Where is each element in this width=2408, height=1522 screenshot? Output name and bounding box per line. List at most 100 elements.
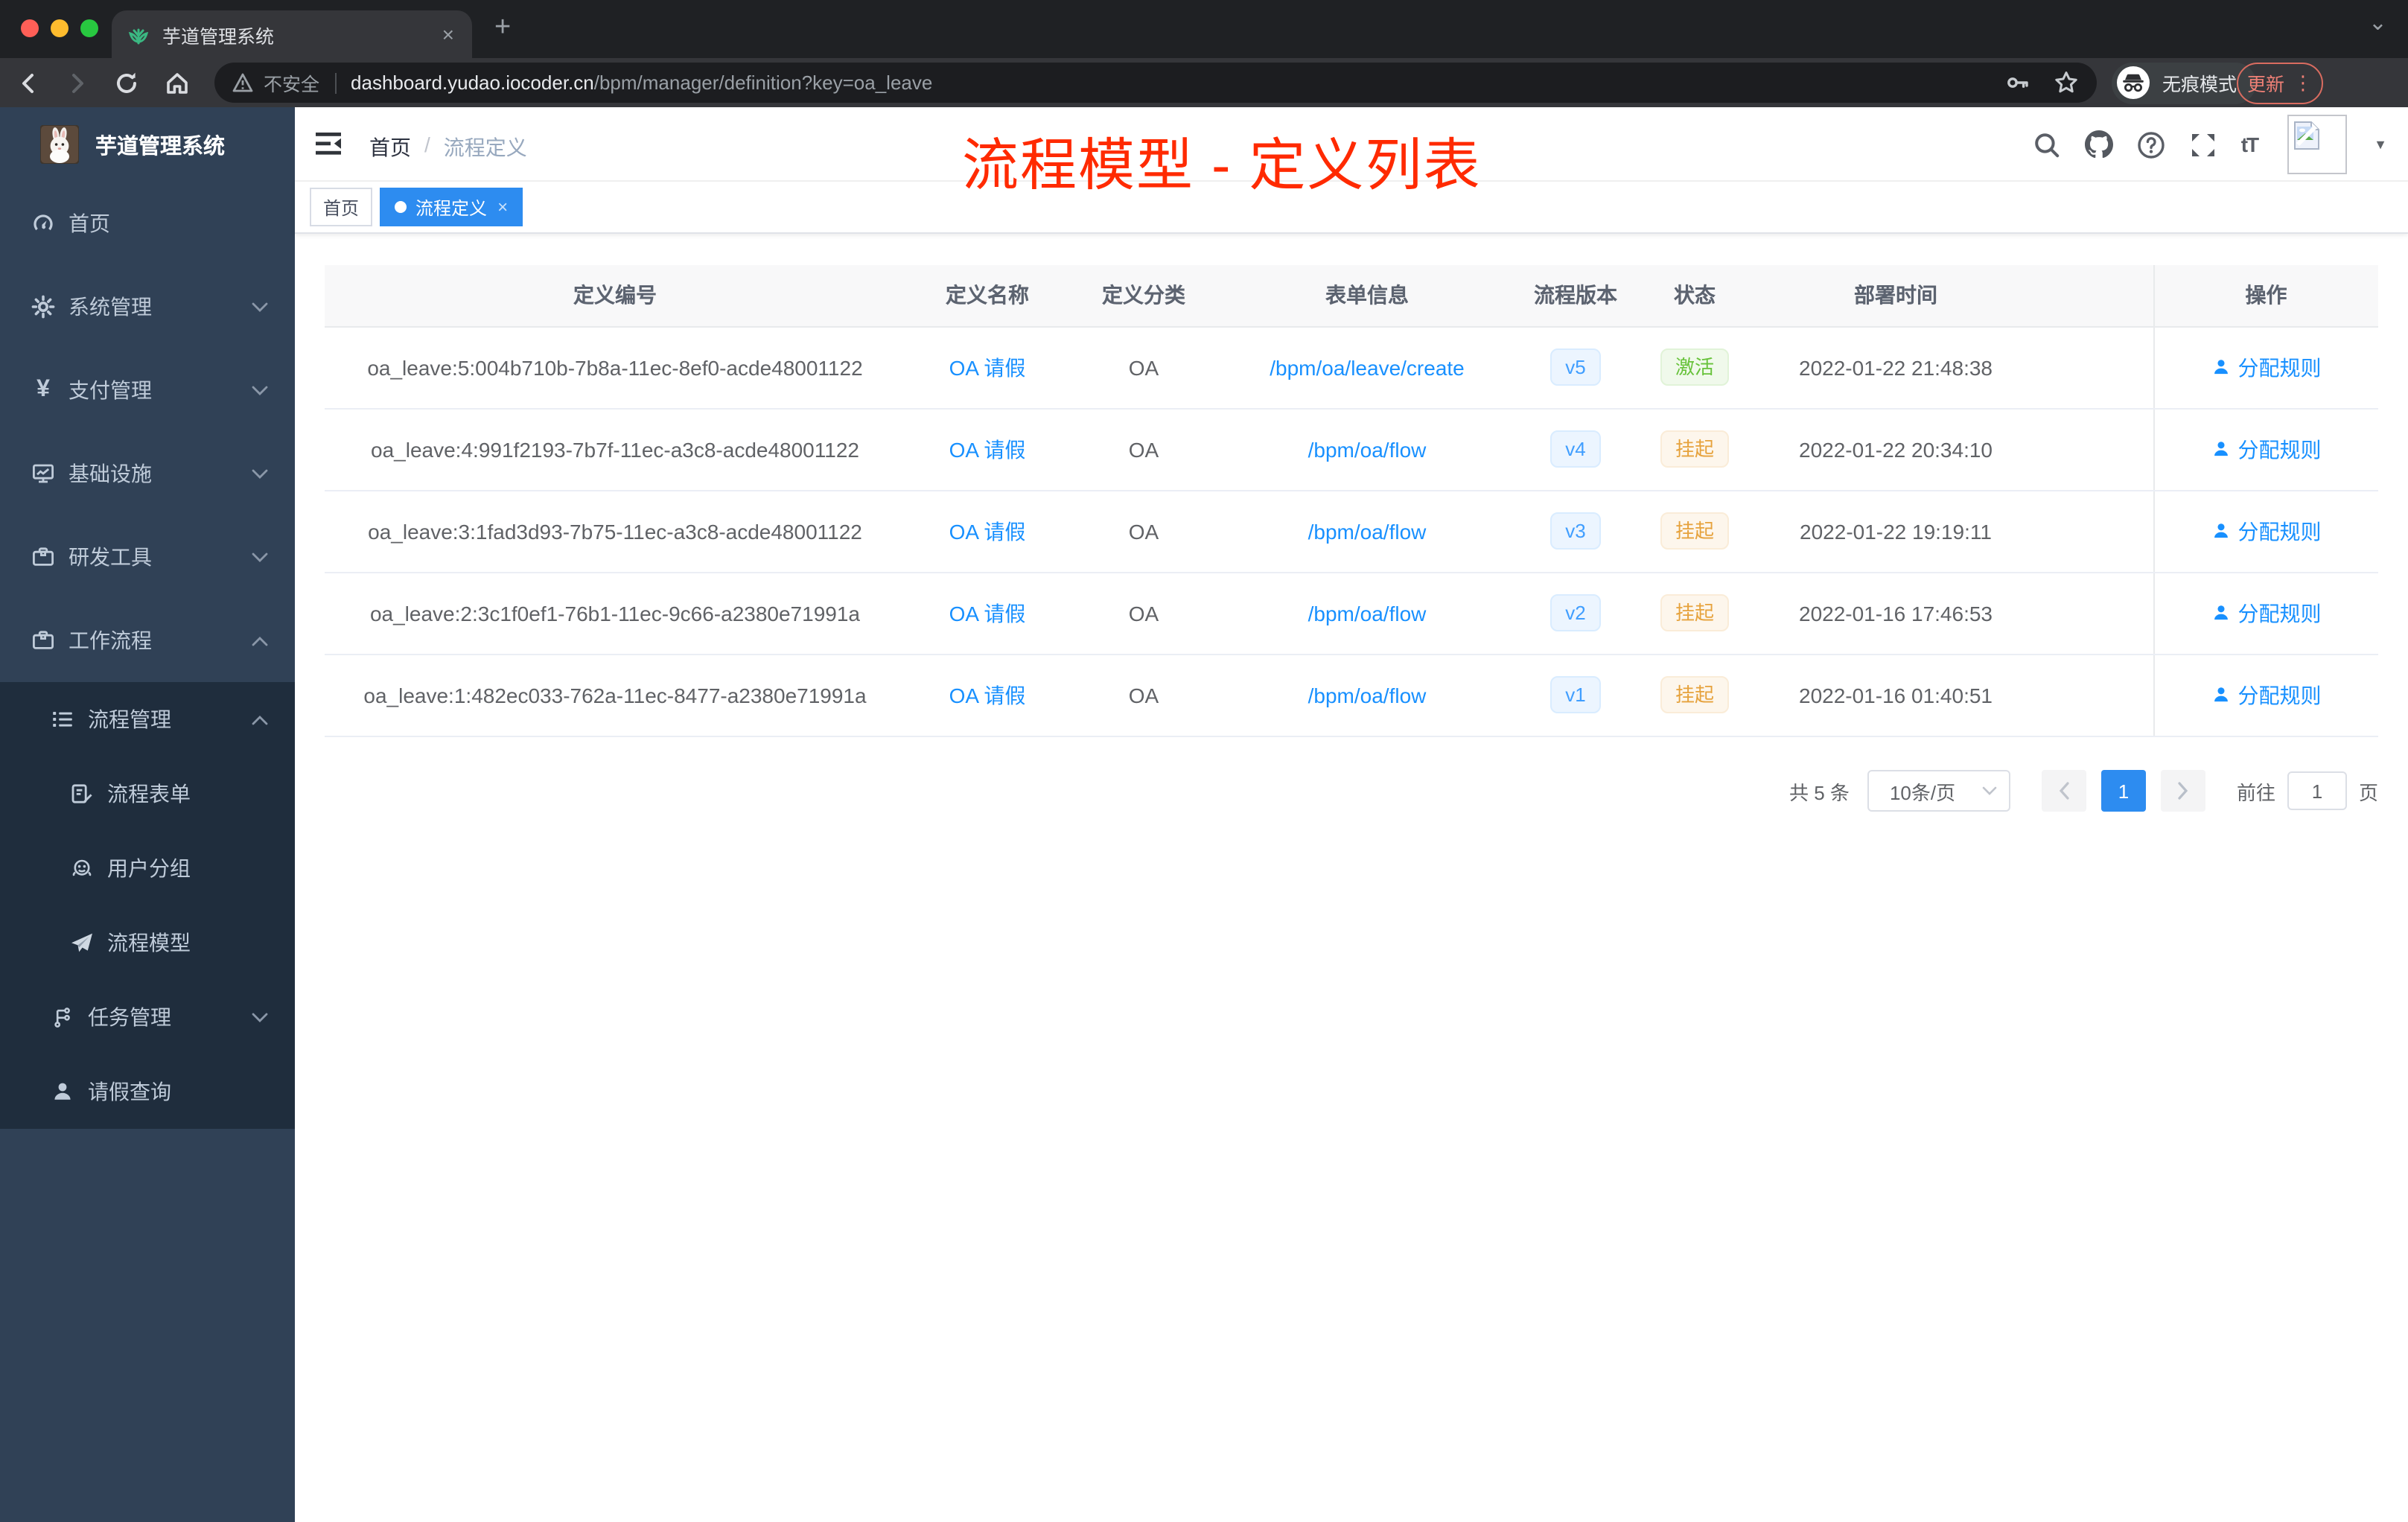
form-link[interactable]: /bpm/oa/leave/create bbox=[1270, 355, 1465, 379]
tag-close-icon[interactable]: × bbox=[497, 197, 508, 217]
sidebar-item-label: 请假查询 bbox=[88, 1080, 171, 1104]
app-header: 首页 / 流程定义 流程模型 - 定义列表 tT ▼ bbox=[295, 107, 2408, 198]
minimize-window-button[interactable] bbox=[51, 19, 69, 37]
url-path: /bpm/manager/definition?key=oa_leave bbox=[593, 71, 933, 94]
sidebar-item-dev-tools[interactable]: 研发工具 bbox=[0, 515, 295, 599]
close-window-button[interactable] bbox=[21, 19, 39, 37]
table-row: oa_leave:2:3c1f0ef1-76b1-11ec-9c66-a2380… bbox=[325, 572, 2378, 655]
definition-name-link[interactable]: OA 请假 bbox=[949, 683, 1026, 707]
reload-button[interactable] bbox=[113, 70, 143, 97]
browser-menu-icon[interactable]: ⋮ bbox=[2293, 71, 2313, 95]
sidebar-item-label: 流程管理 bbox=[88, 707, 171, 731]
new-tab-button[interactable]: + bbox=[494, 12, 511, 45]
goto-page-input[interactable] bbox=[2287, 771, 2347, 810]
zoom-window-button[interactable] bbox=[80, 19, 98, 37]
sidebar-item-system[interactable]: 系统管理 bbox=[0, 265, 295, 348]
home-button[interactable] bbox=[164, 70, 194, 97]
col-filler bbox=[2037, 265, 2153, 327]
sidebar-item-payment[interactable]: ¥ 支付管理 bbox=[0, 348, 295, 432]
browser-tab[interactable]: 芋道管理系统 × bbox=[112, 10, 472, 58]
definition-name-link[interactable]: OA 请假 bbox=[949, 519, 1026, 543]
form-link[interactable]: /bpm/oa/flow bbox=[1308, 601, 1427, 625]
sidebar-item-process-form[interactable]: 流程表单 bbox=[0, 757, 295, 831]
dashboard-icon bbox=[31, 211, 55, 235]
cell-category: OA bbox=[1069, 408, 1218, 491]
sidebar: 芋道管理系统 首页 系统管理 ¥ 支付管理 基础设施 研发工具 工作流程 流程管… bbox=[0, 107, 295, 1522]
screen: 芋道管理系统 × + ⌄ 不安全 dashboard.yudao.iocoder… bbox=[0, 0, 2408, 1522]
browser-update-button[interactable]: 更新 ⋮ bbox=[2237, 62, 2323, 104]
sidebar-item-leave-query[interactable]: 请假查询 bbox=[0, 1054, 295, 1129]
chevron-down-icon bbox=[1982, 786, 1997, 795]
cell-definition-id: oa_leave:3:1fad3d93-7b75-11ec-a3c8-acde4… bbox=[325, 490, 905, 573]
fullscreen-icon[interactable] bbox=[2189, 130, 2217, 159]
page-number-current[interactable]: 1 bbox=[2100, 770, 2146, 812]
assign-rule-button[interactable]: 分配规则 bbox=[2211, 352, 2322, 382]
sidebar-item-task-management[interactable]: 任务管理 bbox=[0, 980, 295, 1054]
sidebar-menu: 首页 系统管理 ¥ 支付管理 基础设施 研发工具 工作流程 流程管理 流程表单 … bbox=[0, 182, 295, 1129]
definition-name-link[interactable]: OA 请假 bbox=[949, 355, 1026, 379]
assign-rule-button[interactable]: 分配规则 bbox=[2211, 516, 2322, 546]
toolbox-icon bbox=[31, 628, 55, 652]
tree-table-icon bbox=[51, 707, 74, 731]
assign-rule-button[interactable]: 分配规则 bbox=[2211, 680, 2322, 710]
sidebar-item-infrastructure[interactable]: 基础设施 bbox=[0, 432, 295, 515]
prev-page-button[interactable] bbox=[2041, 770, 2086, 812]
form-link[interactable]: /bpm/oa/flow bbox=[1308, 437, 1427, 461]
page-size-select[interactable]: 10条/页 bbox=[1867, 770, 2010, 812]
chevron-down-icon bbox=[252, 302, 268, 312]
assign-rule-button[interactable]: 分配规则 bbox=[2211, 434, 2322, 464]
sidebar-logo[interactable]: 芋道管理系统 bbox=[0, 107, 295, 182]
page-content: 定义编号 定义名称 定义分类 表单信息 流程版本 状态 部署时间 操作 oa_l… bbox=[295, 234, 2408, 1521]
form-link[interactable]: /bpm/oa/flow bbox=[1308, 519, 1427, 543]
main-area: 首页 / 流程定义 流程模型 - 定义列表 tT ▼ 首页 流程定义 × 定义编… bbox=[295, 107, 2408, 1522]
sidebar-collapse-icon[interactable] bbox=[316, 131, 343, 156]
avatar-caret-icon[interactable]: ▼ bbox=[2374, 137, 2387, 152]
definition-table: 定义编号 定义名称 定义分类 表单信息 流程版本 状态 部署时间 操作 oa_l… bbox=[325, 265, 2378, 736]
search-icon[interactable] bbox=[2033, 130, 2061, 159]
goto-label: 前往 bbox=[2236, 781, 2275, 803]
assign-rule-button[interactable]: 分配规则 bbox=[2211, 598, 2322, 628]
header-actions: tT ▼ bbox=[2033, 107, 2387, 182]
status-badge: 挂起 bbox=[1660, 676, 1729, 713]
security-label[interactable]: 不安全 bbox=[264, 69, 319, 97]
total-count: 共 5 条 bbox=[1789, 781, 1850, 803]
cell-deploy-time: 2022-01-16 01:40:51 bbox=[1754, 654, 2037, 736]
font-size-icon[interactable]: tT bbox=[2241, 133, 2259, 156]
col-definition-id: 定义编号 bbox=[325, 265, 905, 327]
cell-category: OA bbox=[1069, 654, 1218, 736]
definition-name-link[interactable]: OA 请假 bbox=[949, 437, 1026, 461]
window-controls[interactable] bbox=[21, 19, 98, 37]
definition-name-link[interactable]: OA 请假 bbox=[949, 601, 1026, 625]
breadcrumb-home[interactable]: 首页 bbox=[369, 133, 411, 162]
status-badge: 挂起 bbox=[1660, 430, 1729, 468]
tag-home[interactable]: 首页 bbox=[310, 188, 373, 226]
form-link[interactable]: /bpm/oa/flow bbox=[1308, 683, 1427, 707]
gear-icon bbox=[31, 295, 55, 319]
breadcrumb: 首页 / 流程定义 bbox=[369, 133, 527, 162]
sidebar-item-label: 基础设施 bbox=[69, 462, 152, 485]
bookmark-star-icon[interactable] bbox=[2054, 70, 2079, 95]
sidebar-item-process-model[interactable]: 流程模型 bbox=[0, 905, 295, 980]
sidebar-item-user-group[interactable]: 用户分组 bbox=[0, 831, 295, 905]
update-label[interactable]: 更新 bbox=[2247, 69, 2284, 97]
next-page-button[interactable] bbox=[2160, 770, 2205, 812]
forward-button[interactable] bbox=[64, 70, 94, 97]
chevron-down-icon bbox=[252, 1012, 268, 1022]
status-badge: 挂起 bbox=[1660, 594, 1729, 631]
back-button[interactable] bbox=[15, 70, 45, 97]
tab-search-icon[interactable]: ⌄ bbox=[2369, 9, 2387, 36]
github-icon[interactable] bbox=[2084, 130, 2113, 159]
sidebar-item-process-management[interactable]: 流程管理 bbox=[0, 682, 295, 757]
url-bar[interactable]: 不安全 dashboard.yudao.iocoder.cn/bpm/manag… bbox=[214, 63, 2097, 103]
version-tag: v4 bbox=[1550, 430, 1601, 468]
url-divider bbox=[334, 72, 337, 93]
password-key-icon[interactable] bbox=[2004, 70, 2030, 95]
sidebar-item-home[interactable]: 首页 bbox=[0, 182, 295, 265]
tab-close-icon[interactable]: × bbox=[439, 24, 457, 45]
help-icon[interactable] bbox=[2137, 130, 2165, 159]
avatar[interactable] bbox=[2287, 115, 2348, 174]
tag-process-definition[interactable]: 流程定义 × bbox=[380, 188, 523, 226]
chevron-up-icon bbox=[252, 714, 268, 725]
sidebar-item-workflow[interactable]: 工作流程 bbox=[0, 599, 295, 682]
monitor-icon bbox=[31, 462, 55, 485]
